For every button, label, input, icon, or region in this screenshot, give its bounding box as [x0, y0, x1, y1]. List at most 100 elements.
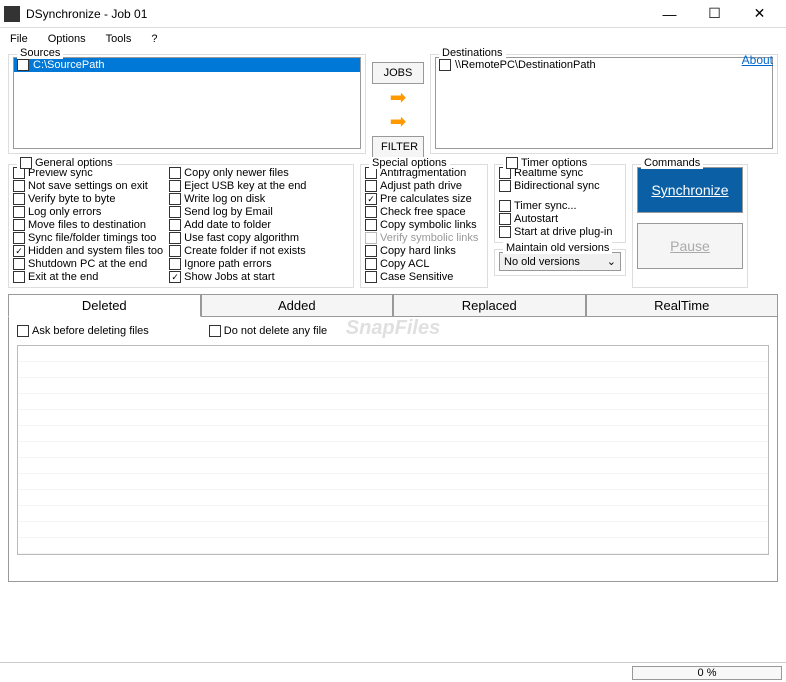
general-checkbox[interactable]: [13, 258, 25, 270]
general-label: Add date to folder: [184, 219, 271, 231]
menu-tools[interactable]: Tools: [102, 31, 136, 47]
do-not-delete-checkbox[interactable]: [209, 325, 221, 337]
general-label: Ignore path errors: [184, 258, 271, 270]
general-checkbox[interactable]: [169, 193, 181, 205]
destination-item-checkbox[interactable]: [439, 59, 451, 71]
special-option[interactable]: Copy symbolic links: [365, 219, 483, 231]
general-option[interactable]: Shutdown PC at the end: [13, 258, 163, 270]
tab-deleted[interactable]: Deleted: [8, 294, 201, 317]
window-title: DSynchronize - Job 01: [26, 7, 647, 21]
general-option[interactable]: Send log by Email: [169, 206, 306, 218]
special-checkbox[interactable]: [365, 206, 377, 218]
general-option[interactable]: Verify byte to byte: [13, 193, 163, 205]
special-checkbox[interactable]: [365, 193, 377, 205]
general-option[interactable]: Add date to folder: [169, 219, 306, 231]
general-option[interactable]: Write log on disk: [169, 193, 306, 205]
destinations-listbox[interactable]: \\RemotePC\DestinationPath: [435, 57, 773, 149]
general-checkbox[interactable]: [13, 271, 25, 283]
timer-checkbox[interactable]: [499, 180, 511, 192]
general-label: Create folder if not exists: [184, 245, 306, 257]
special-checkbox[interactable]: [365, 245, 377, 257]
general-checkbox[interactable]: [13, 193, 25, 205]
special-checkbox: [365, 232, 377, 244]
tab-replaced[interactable]: Replaced: [393, 294, 586, 317]
log-listbox[interactable]: [17, 345, 769, 555]
special-option[interactable]: Pre calculates size: [365, 193, 483, 205]
minimize-button[interactable]: —: [647, 0, 692, 28]
titlebar: DSynchronize - Job 01 — ☐ ✕: [0, 0, 786, 28]
special-checkbox[interactable]: [365, 219, 377, 231]
source-item-checkbox[interactable]: [17, 59, 29, 71]
general-label: Exit at the end: [28, 271, 98, 283]
general-option[interactable]: Not save settings on exit: [13, 180, 163, 192]
general-checkbox[interactable]: [169, 167, 181, 179]
timer-options-fieldset: Timer options Realtime syncBidirectional…: [494, 164, 626, 243]
general-checkbox[interactable]: [169, 271, 181, 283]
timer-checkbox[interactable]: [499, 213, 511, 225]
general-checkbox[interactable]: [13, 219, 25, 231]
special-checkbox[interactable]: [365, 180, 377, 192]
tab-realtime[interactable]: RealTime: [586, 294, 779, 317]
special-checkbox[interactable]: [365, 258, 377, 270]
pause-button[interactable]: Pause: [637, 223, 743, 269]
general-checkbox[interactable]: [169, 258, 181, 270]
commands-fieldset: Commands Synchronize Pause: [632, 164, 748, 288]
menu-options[interactable]: Options: [44, 31, 90, 47]
timer-option[interactable]: Timer sync...: [499, 200, 621, 212]
general-checkbox[interactable]: [13, 245, 25, 257]
menu-file[interactable]: File: [6, 31, 32, 47]
tab-added[interactable]: Added: [201, 294, 394, 317]
sources-listbox[interactable]: C:\SourcePath: [13, 57, 361, 149]
general-option[interactable]: Sync file/folder timings too: [13, 232, 163, 244]
general-option[interactable]: Eject USB key at the end: [169, 180, 306, 192]
general-option[interactable]: Use fast copy algorithm: [169, 232, 306, 244]
timer-checkbox[interactable]: [499, 200, 511, 212]
menu-help[interactable]: ?: [147, 31, 161, 47]
special-option[interactable]: Copy hard links: [365, 245, 483, 257]
general-checkbox[interactable]: [169, 206, 181, 218]
general-label: Hidden and system files too: [28, 245, 163, 257]
timer-options-toggle[interactable]: [506, 157, 518, 169]
general-option[interactable]: Exit at the end: [13, 271, 163, 283]
source-item[interactable]: C:\SourcePath: [14, 58, 360, 72]
timer-option[interactable]: Autostart: [499, 213, 621, 225]
timer-checkbox[interactable]: [499, 226, 511, 238]
about-link[interactable]: About: [742, 53, 773, 67]
maximize-button[interactable]: ☐: [692, 0, 737, 28]
general-checkbox[interactable]: [13, 180, 25, 192]
special-checkbox[interactable]: [365, 271, 377, 283]
special-option[interactable]: Adjust path drive: [365, 180, 483, 192]
special-option[interactable]: Case Sensitive: [365, 271, 483, 283]
general-checkbox[interactable]: [13, 232, 25, 244]
general-option[interactable]: Copy only newer files: [169, 167, 306, 179]
general-option[interactable]: Ignore path errors: [169, 258, 306, 270]
maintain-versions-select[interactable]: No old versions ⌄: [499, 252, 621, 271]
general-options-toggle[interactable]: [20, 157, 32, 169]
special-options-label: Special options: [369, 157, 450, 169]
special-option[interactable]: Check free space: [365, 206, 483, 218]
general-checkbox[interactable]: [169, 180, 181, 192]
do-not-delete-option[interactable]: Do not delete any file: [209, 325, 327, 337]
synchronize-button[interactable]: Synchronize: [637, 167, 743, 213]
close-button[interactable]: ✕: [737, 0, 782, 28]
general-option[interactable]: Hidden and system files too: [13, 245, 163, 257]
destinations-label: Destinations: [439, 47, 506, 59]
general-checkbox[interactable]: [169, 232, 181, 244]
filter-button[interactable]: FILTER: [372, 136, 424, 158]
timer-option[interactable]: Start at drive plug-in: [499, 226, 621, 238]
special-option[interactable]: Copy ACL: [365, 258, 483, 270]
general-checkbox[interactable]: [169, 219, 181, 231]
jobs-button[interactable]: JOBS: [372, 62, 424, 84]
timer-option[interactable]: Bidirectional sync: [499, 180, 621, 192]
general-checkbox[interactable]: [169, 245, 181, 257]
destination-item[interactable]: \\RemotePC\DestinationPath: [436, 58, 772, 72]
general-option[interactable]: Show Jobs at start: [169, 271, 306, 283]
chevron-down-icon: ⌄: [607, 255, 616, 268]
general-option[interactable]: Create folder if not exists: [169, 245, 306, 257]
ask-before-deleting-checkbox[interactable]: [17, 325, 29, 337]
general-checkbox[interactable]: [13, 206, 25, 218]
general-option[interactable]: Log only errors: [13, 206, 163, 218]
ask-before-deleting-option[interactable]: Ask before deleting files: [17, 325, 149, 337]
general-option[interactable]: Move files to destination: [13, 219, 163, 231]
special-label: Pre calculates size: [380, 193, 472, 205]
